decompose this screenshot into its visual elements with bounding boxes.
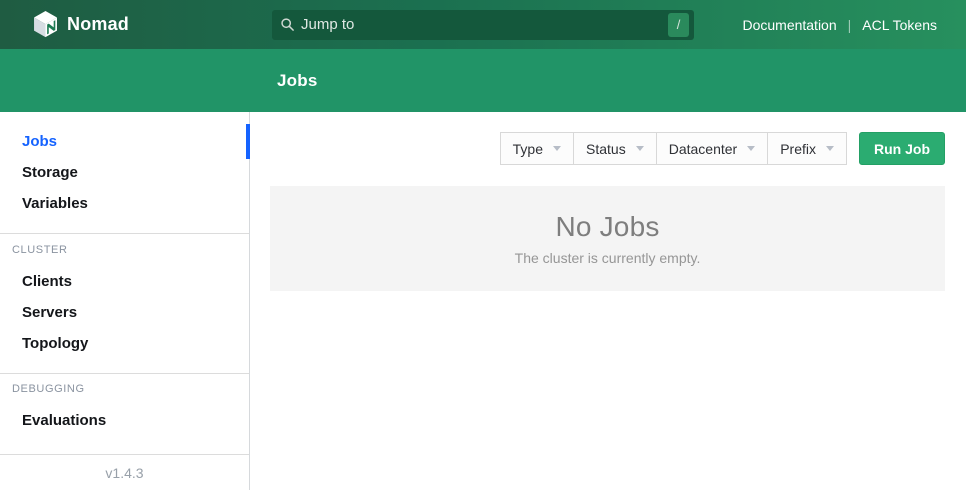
nomad-app: Nomad / Documentation | ACL Tokens Jobs xyxy=(0,0,966,490)
run-job-button[interactable]: Run Job xyxy=(859,132,945,165)
search-input[interactable] xyxy=(301,16,668,33)
filter-label: Prefix xyxy=(780,141,816,157)
filter-label: Status xyxy=(586,141,626,157)
jobs-toolbar: Type Status Datacenter Prefix xyxy=(250,112,966,165)
type-filter-dropdown[interactable]: Type xyxy=(500,132,574,165)
nomad-logo-icon xyxy=(33,11,58,38)
status-filter-dropdown[interactable]: Status xyxy=(573,132,657,165)
sidebar-item-label: Servers xyxy=(22,304,77,321)
page-header: Jobs xyxy=(0,49,966,112)
sidebar-item-storage[interactable]: Storage xyxy=(0,157,249,188)
sidebar-item-label: Evaluations xyxy=(22,412,106,429)
datacenter-filter-dropdown[interactable]: Datacenter xyxy=(656,132,768,165)
sidebar-item-label: Storage xyxy=(22,164,78,181)
sidebar-item-evaluations[interactable]: Evaluations xyxy=(0,405,249,436)
jump-to-search-field[interactable]: / xyxy=(272,10,694,40)
sidebar-item-clients[interactable]: Clients xyxy=(0,266,249,297)
topbar-links: Documentation | ACL Tokens xyxy=(742,17,966,33)
sidebar-item-label: Variables xyxy=(22,195,88,212)
search-icon xyxy=(280,17,295,32)
filter-group: Type Status Datacenter Prefix xyxy=(500,132,847,165)
sidebar-divider xyxy=(0,233,249,234)
sidebar-item-servers[interactable]: Servers xyxy=(0,297,249,328)
sidebar-primary-menu: Jobs Storage Variables xyxy=(0,112,249,219)
sidebar-divider xyxy=(0,373,249,374)
prefix-filter-dropdown[interactable]: Prefix xyxy=(767,132,847,165)
nomad-brand-link[interactable]: Nomad xyxy=(0,11,250,38)
active-indicator xyxy=(246,124,250,159)
cluster-menu: Clients Servers Topology xyxy=(0,266,249,359)
slash-shortcut-key: / xyxy=(668,13,689,37)
empty-state-message: The cluster is currently empty. xyxy=(515,250,701,266)
debugging-menu: Evaluations xyxy=(0,405,249,436)
chevron-down-icon xyxy=(636,146,644,151)
sidebar-item-label: Jobs xyxy=(22,133,57,150)
sidebar-footer: v1.4.3 xyxy=(0,454,249,490)
brand-name: Nomad xyxy=(67,14,129,35)
filter-label: Type xyxy=(513,141,543,157)
chevron-down-icon xyxy=(826,146,834,151)
filter-label: Datacenter xyxy=(669,141,737,157)
sidebar-item-jobs[interactable]: Jobs xyxy=(0,126,249,157)
empty-state-title: No Jobs xyxy=(555,211,659,243)
sidebar-item-topology[interactable]: Topology xyxy=(0,328,249,359)
sidebar: Jobs Storage Variables CLUSTER Clients S… xyxy=(0,112,250,490)
chevron-down-icon xyxy=(553,146,561,151)
empty-state-panel: No Jobs The cluster is currently empty. xyxy=(270,186,945,291)
sidebar-item-variables[interactable]: Variables xyxy=(0,188,249,219)
top-navbar: Nomad / Documentation | ACL Tokens xyxy=(0,0,966,49)
sidebar-item-label: Topology xyxy=(22,335,88,352)
documentation-link[interactable]: Documentation xyxy=(742,17,836,33)
body-layout: Jobs Storage Variables CLUSTER Clients S… xyxy=(0,112,966,490)
section-label-cluster: CLUSTER xyxy=(0,242,249,258)
acl-tokens-link[interactable]: ACL Tokens xyxy=(862,17,937,33)
main-content: Type Status Datacenter Prefix xyxy=(250,112,966,490)
links-separator: | xyxy=(848,17,852,33)
sidebar-item-label: Clients xyxy=(22,273,72,290)
chevron-down-icon xyxy=(747,146,755,151)
section-label-debugging: DEBUGGING xyxy=(0,382,249,398)
page-title: Jobs xyxy=(277,71,317,91)
version-label: v1.4.3 xyxy=(105,465,143,481)
